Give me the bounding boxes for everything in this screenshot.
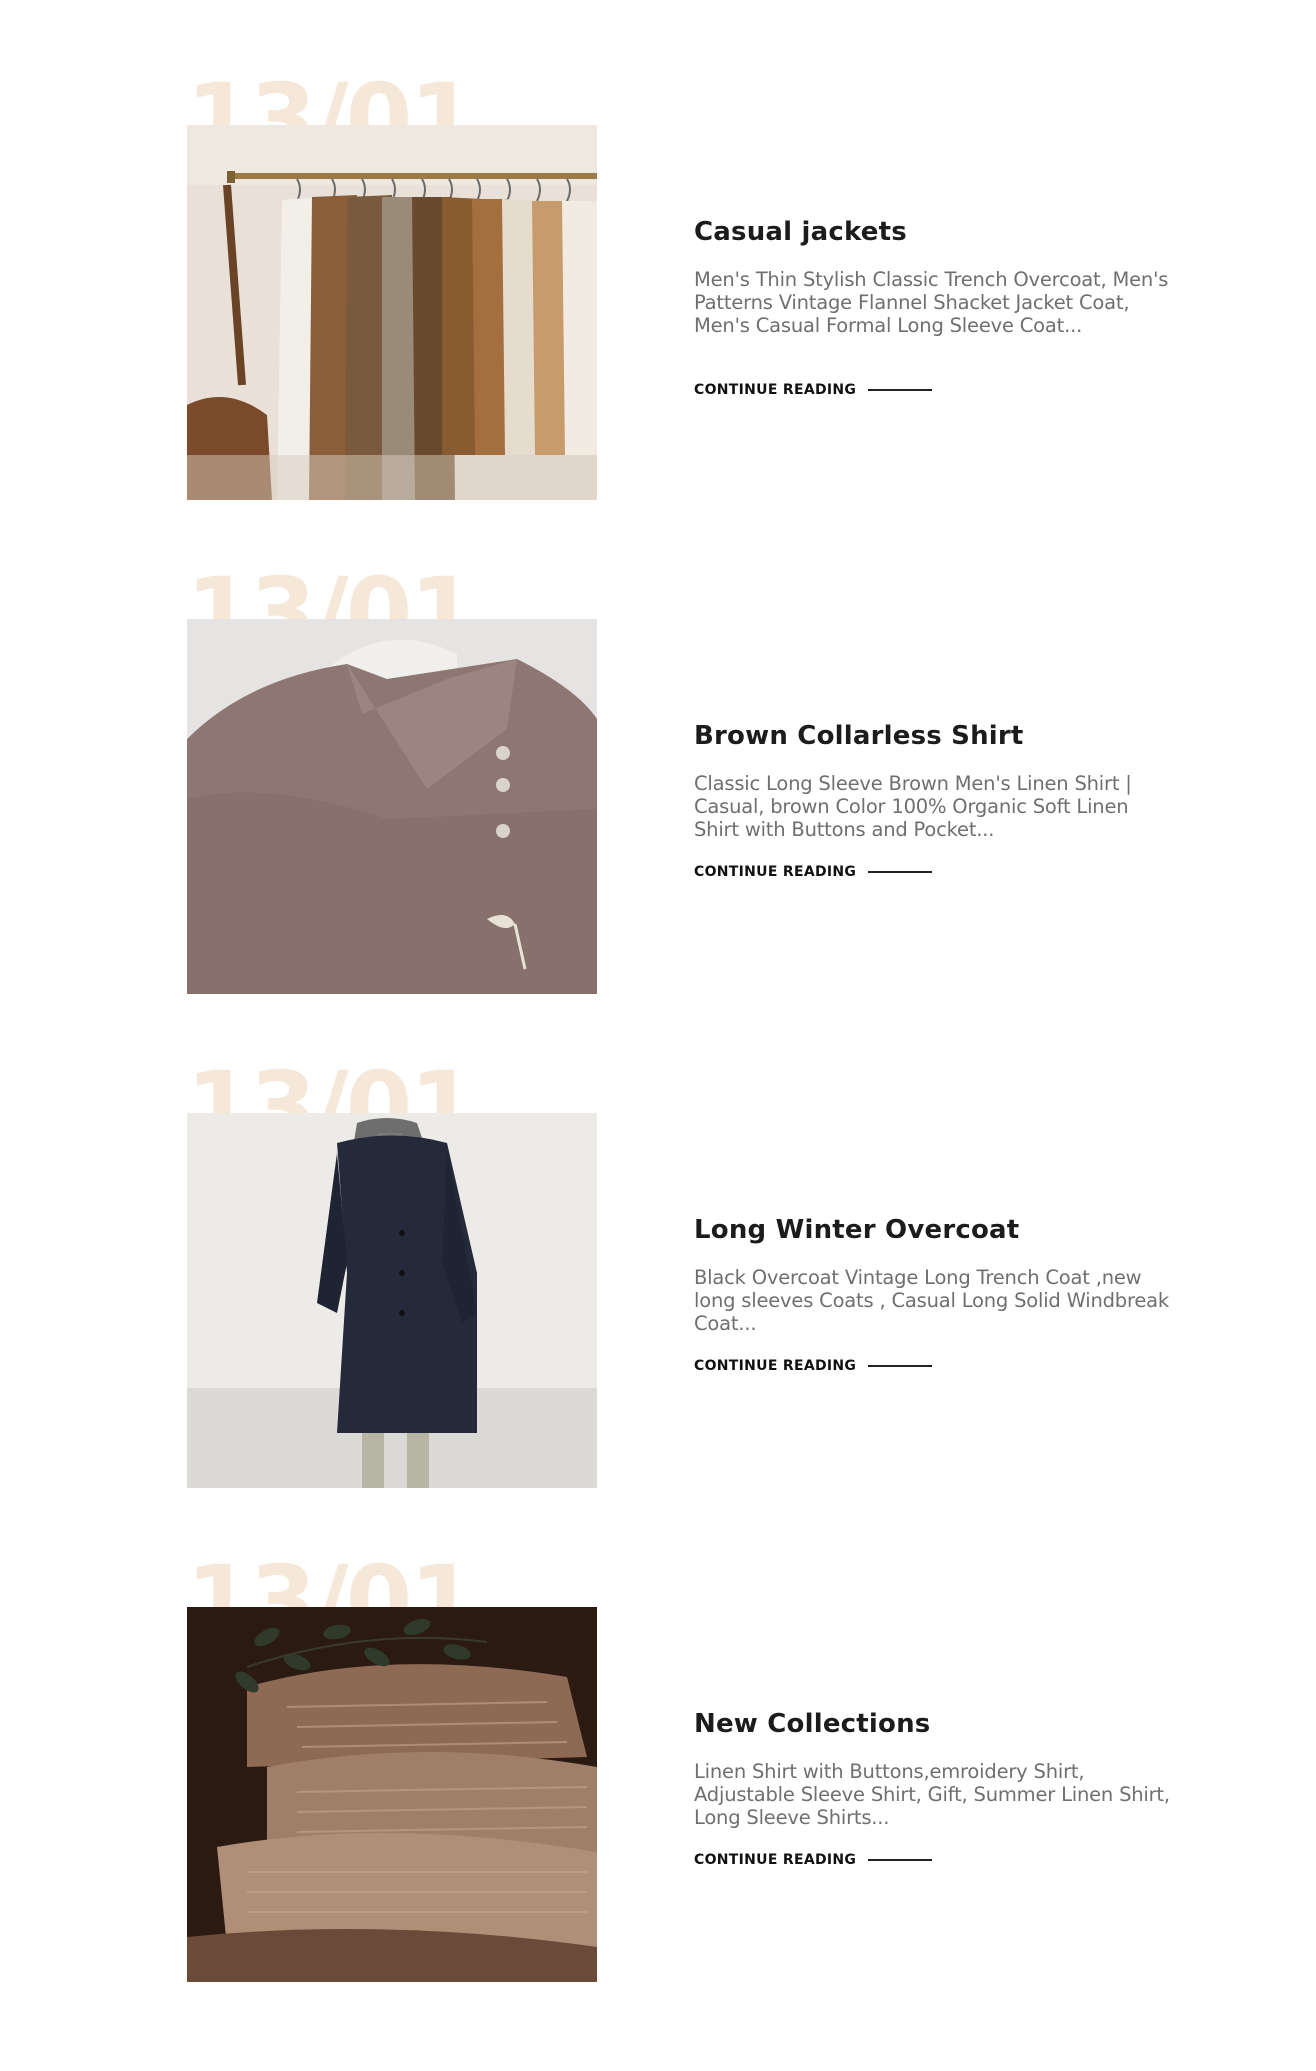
link-line-decoration	[868, 1859, 933, 1861]
post-excerpt: Linen Shirt with Buttons,emroidery Shirt…	[694, 1760, 1170, 1829]
post-image-knit-sweaters[interactable]	[187, 1607, 597, 1982]
knit-sweaters-image	[187, 1607, 597, 1982]
post-excerpt: Black Overcoat Vintage Long Trench Coat …	[694, 1266, 1170, 1335]
clothing-rack-image	[187, 125, 597, 500]
post-title[interactable]: Brown Collarless Shirt	[694, 721, 1024, 751]
post-date: 13/01	[186, 1545, 476, 1614]
blog-post-new-collections: 13/01 New Collections Linen Shirt with B…	[0, 1544, 1316, 2014]
post-image-clothing-rack[interactable]	[187, 125, 597, 500]
overcoat-image	[187, 1113, 597, 1488]
post-date: 13/01	[186, 1051, 476, 1120]
blog-post-casual-jackets: 13/01 Casual jackets Men's Thin Stylish …	[0, 62, 1316, 532]
post-title[interactable]: New Collections	[694, 1709, 930, 1739]
continue-reading-link[interactable]: CONTINUE READING	[694, 382, 933, 398]
blog-post-brown-collarless-shirt: 13/01 Brown Collarless Shirt Classic Lon…	[0, 556, 1316, 1026]
post-excerpt: Classic Long Sleeve Brown Men's Linen Sh…	[694, 772, 1132, 841]
continue-reading-link[interactable]: CONTINUE READING	[694, 864, 933, 880]
continue-reading-label: CONTINUE READING	[694, 1358, 857, 1374]
post-image-linen-shirt[interactable]	[187, 619, 597, 994]
blog-post-long-winter-overcoat: 13/01 Long Winter Overcoat Black Overcoa…	[0, 1050, 1316, 1520]
post-excerpt: Men's Thin Stylish Classic Trench Overco…	[694, 268, 1169, 337]
continue-reading-label: CONTINUE READING	[694, 382, 857, 398]
continue-reading-label: CONTINUE READING	[694, 1852, 857, 1868]
continue-reading-link[interactable]: CONTINUE READING	[694, 1852, 933, 1868]
post-title[interactable]: Long Winter Overcoat	[694, 1215, 1019, 1245]
link-line-decoration	[868, 389, 933, 391]
linen-shirt-image	[187, 619, 597, 994]
post-date: 13/01	[186, 557, 476, 626]
post-title[interactable]: Casual jackets	[694, 217, 907, 247]
post-date: 13/01	[186, 63, 476, 132]
post-image-overcoat[interactable]	[187, 1113, 597, 1488]
link-line-decoration	[868, 871, 933, 873]
continue-reading-link[interactable]: CONTINUE READING	[694, 1358, 933, 1374]
continue-reading-label: CONTINUE READING	[694, 864, 857, 880]
link-line-decoration	[868, 1365, 933, 1367]
